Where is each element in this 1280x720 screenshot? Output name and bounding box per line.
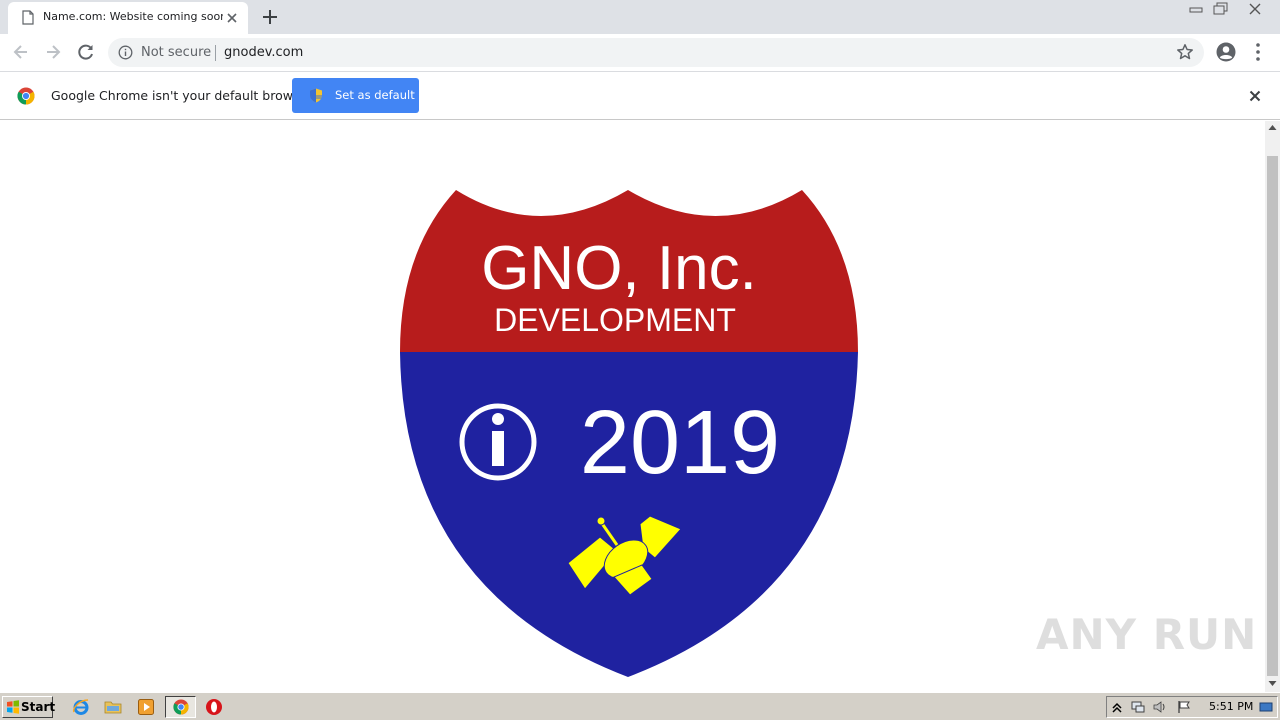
back-arrow-icon[interactable]: [11, 42, 31, 62]
close-icon[interactable]: [224, 10, 240, 26]
window-close-icon[interactable]: [1235, 0, 1275, 18]
forward-arrow-icon[interactable]: [43, 42, 63, 62]
action-center-flag-icon[interactable]: [1177, 700, 1191, 714]
volume-icon[interactable]: [1153, 700, 1167, 714]
address-bar[interactable]: Not secure gnodev.com: [108, 38, 1204, 67]
show-desktop-icon[interactable]: [1259, 700, 1273, 714]
start-label: Start: [21, 700, 56, 714]
tab-title: Name.com: Website coming soon!: [43, 10, 223, 23]
reload-icon[interactable]: [76, 42, 96, 62]
gno-shield-logo: GNO, Inc. DEVELOPMENT 2019: [400, 190, 858, 677]
uac-shield-icon: [310, 88, 322, 103]
url-text[interactable]: gnodev.com: [224, 45, 303, 60]
year-label: 2019: [580, 393, 780, 493]
media-player-icon[interactable]: [137, 698, 155, 716]
default-browser-infobar: Google Chrome isn't your default browser…: [0, 71, 1280, 120]
security-label[interactable]: Not secure: [141, 45, 211, 60]
windows-taskbar: Start 5:51 PM: [0, 692, 1280, 720]
info-icon[interactable]: [118, 45, 133, 60]
set-as-default-button[interactable]: Set as default: [292, 78, 419, 113]
scroll-thumb[interactable]: [1267, 156, 1278, 676]
system-tray: 5:51 PM: [1106, 696, 1278, 718]
clock[interactable]: 5:51 PM: [1209, 700, 1253, 713]
kebab-menu-icon[interactable]: [1250, 41, 1266, 63]
company-subtitle: DEVELOPMENT: [494, 302, 736, 338]
scroll-up-icon[interactable]: [1268, 124, 1277, 131]
windows-flag-icon: [7, 700, 19, 714]
tab-strip: Name.com: Website coming soon!: [0, 0, 1280, 34]
internet-explorer-icon[interactable]: [72, 698, 90, 716]
restore-icon[interactable]: [1207, 0, 1233, 18]
browser-toolbar: Not secure gnodev.com: [0, 34, 1280, 71]
show-hidden-icons-icon[interactable]: [1110, 700, 1124, 714]
account-icon[interactable]: [1215, 41, 1237, 63]
plus-icon[interactable]: [259, 6, 281, 28]
set-as-default-label: Set as default: [335, 88, 415, 102]
infobar-message: Google Chrome isn't your default browser: [51, 88, 313, 103]
close-icon[interactable]: [1248, 89, 1262, 103]
page-icon: [22, 10, 34, 25]
network-icon[interactable]: [1131, 700, 1145, 714]
chrome-logo-icon: [173, 699, 189, 715]
url-separator: [215, 45, 216, 61]
star-icon[interactable]: [1176, 43, 1194, 61]
chrome-logo-icon: [17, 87, 35, 105]
browser-tab[interactable]: Name.com: Website coming soon!: [8, 2, 248, 34]
vertical-scrollbar[interactable]: [1265, 121, 1280, 692]
opera-icon[interactable]: [205, 698, 223, 716]
company-name: GNO, Inc.: [481, 234, 757, 303]
start-button[interactable]: Start: [2, 696, 56, 718]
page-content: GNO, Inc. DEVELOPMENT 2019 ANY RUN: [0, 121, 1265, 692]
folder-icon[interactable]: [104, 698, 122, 716]
chrome-taskbar-button[interactable]: [165, 696, 196, 718]
minimize-icon[interactable]: [1183, 0, 1209, 18]
anyrun-watermark: ANY RUN: [1036, 610, 1258, 659]
scroll-down-icon[interactable]: [1268, 680, 1277, 687]
